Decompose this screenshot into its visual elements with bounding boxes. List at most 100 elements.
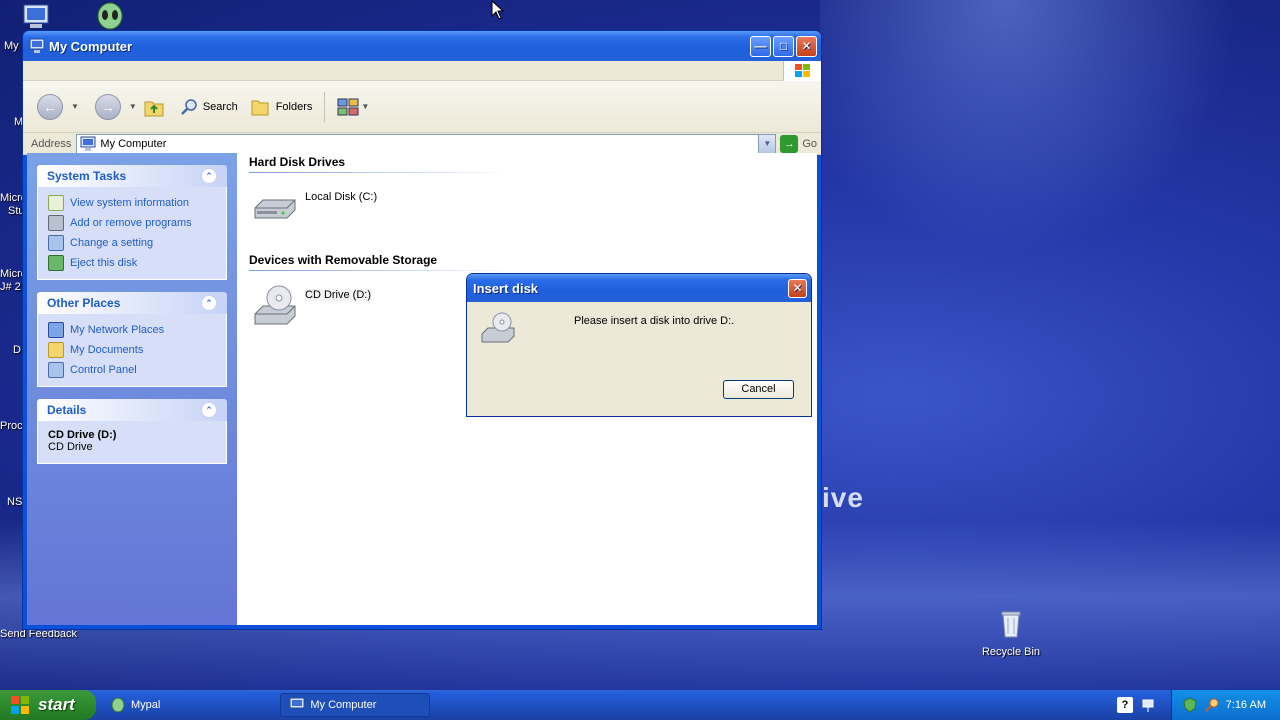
insert-disk-dialog[interactable]: Insert disk ✕ Please insert a disk into …	[466, 273, 812, 417]
system-tasks-header[interactable]: System Tasks ⌃	[37, 165, 227, 187]
task-eject-disk[interactable]: Eject this disk	[48, 253, 216, 273]
details-panel: Details ⌃ CD Drive (D:) CD Drive	[37, 399, 227, 464]
desktop-edge-label[interactable]: D	[13, 344, 21, 356]
programs-icon	[48, 215, 64, 231]
task-pane: System Tasks ⌃ View system information A…	[27, 153, 237, 625]
system-tasks-body: View system information Add or remove pr…	[37, 187, 227, 280]
drive-local-disk-c[interactable]: Local Disk (C:)	[251, 181, 807, 235]
window-title: My Computer	[49, 38, 133, 54]
network-places-icon	[48, 322, 64, 338]
place-label: My Network Places	[70, 324, 165, 336]
help-icon[interactable]: ?	[1117, 697, 1133, 713]
menu-favorites[interactable]: Favorites	[119, 65, 176, 77]
place-network-places[interactable]: My Network Places	[48, 320, 216, 340]
task-label: Add or remove programs	[70, 217, 192, 229]
address-dropdown-icon[interactable]: ▼	[758, 134, 776, 153]
dialog-message: Please insert a disk into drive D:.	[574, 315, 735, 327]
desktop-edge-label[interactable]: My	[4, 40, 19, 52]
search-button[interactable]: Search	[179, 97, 238, 117]
group-removable-storage: Devices with Removable Storage	[249, 253, 509, 271]
menu-help[interactable]: Help	[214, 65, 249, 77]
go-arrow-icon: →	[780, 134, 799, 153]
recycle-bin-icon	[1001, 611, 1021, 638]
search-label: Search	[202, 100, 238, 113]
group-hard-disk-drives: Hard Disk Drives	[249, 155, 509, 173]
minimize-button[interactable]: —	[750, 35, 771, 57]
folders-label: Folders	[275, 100, 313, 113]
collapse-chevron-icon[interactable]: ⌃	[201, 402, 217, 418]
folders-button[interactable]: Folders	[250, 97, 313, 117]
alien-icon	[111, 697, 125, 713]
go-label: Go	[802, 137, 817, 150]
cd-drive-icon	[254, 285, 296, 325]
desktop-edge-label[interactable]: NS	[7, 496, 22, 508]
network-icon[interactable]	[1142, 699, 1154, 713]
other-places-header[interactable]: Other Places ⌃	[37, 292, 227, 314]
toolbar: ← ▼ → ▼ Search Folders ▼	[23, 81, 821, 133]
menu-tools[interactable]: Tools	[177, 65, 215, 77]
taskbar-item-label: Mypal	[131, 699, 161, 711]
views-icon	[337, 98, 359, 115]
menu-bar: File Edit View Favorites Tools Help	[23, 61, 821, 81]
system-tasks-panel: System Tasks ⌃ View system information A…	[37, 165, 227, 280]
maximize-button[interactable]: □	[773, 35, 794, 57]
address-input[interactable]: My Computer ▼	[76, 133, 777, 154]
desktop-edge-label[interactable]: J# 2	[0, 281, 21, 293]
views-dropdown-icon: ▼	[361, 102, 370, 111]
cancel-button[interactable]: Cancel	[723, 380, 794, 399]
hard-disk-icon	[254, 199, 296, 219]
taskbar-item-my-computer[interactable]: My Computer	[280, 693, 431, 717]
task-view-system-info[interactable]: View system information	[48, 193, 216, 213]
back-button[interactable]: ←	[37, 93, 63, 120]
menu-file[interactable]: File	[23, 65, 53, 77]
task-label: Eject this disk	[70, 257, 138, 269]
collapse-chevron-icon[interactable]: ⌃	[201, 168, 217, 184]
dialog-titlebar[interactable]: Insert disk ✕	[467, 274, 811, 302]
eject-icon	[48, 255, 64, 271]
details-body: CD Drive (D:) CD Drive	[37, 421, 227, 464]
details-header[interactable]: Details ⌃	[37, 399, 227, 421]
recycle-bin-label: Recycle Bin	[981, 646, 1041, 658]
dialog-title: Insert disk	[473, 280, 539, 296]
details-item-type: CD Drive	[48, 441, 93, 453]
taskbar: start Mypal My Computer 7:16 AM	[0, 690, 1280, 720]
place-label: Control Panel	[70, 364, 137, 376]
window-titlebar[interactable]: My Computer — □ ✕	[23, 31, 821, 61]
forward-button[interactable]: →	[94, 93, 121, 120]
start-button[interactable]: start	[0, 690, 96, 720]
task-label: View system information	[70, 197, 190, 209]
close-button[interactable]: ✕	[796, 35, 817, 57]
go-button[interactable]: → Go	[780, 134, 817, 153]
taskbar-item-label: My Computer	[310, 699, 377, 711]
desktop-edge-label[interactable]: Proc	[0, 420, 23, 432]
clock[interactable]: 7:16 AM	[1226, 699, 1266, 711]
desktop-recycle-bin[interactable]: Recycle Bin	[978, 608, 1044, 658]
task-add-remove-programs[interactable]: Add or remove programs	[48, 213, 216, 233]
windows-logo-icon	[11, 696, 29, 714]
dialog-close-button[interactable]: ✕	[788, 278, 807, 298]
place-my-documents[interactable]: My Documents	[48, 340, 216, 360]
back-dropdown-icon[interactable]: ▼	[71, 102, 79, 111]
toolbar-separator	[324, 91, 326, 122]
taskbar-item-mypal[interactable]: Mypal	[102, 693, 168, 717]
views-button[interactable]: ▼	[337, 97, 375, 117]
wallpaper-text: ive	[822, 482, 864, 513]
up-folder-icon[interactable]	[143, 96, 165, 118]
place-control-panel[interactable]: Control Panel	[48, 360, 216, 380]
checklist-icon	[48, 195, 64, 211]
security-shield-icon[interactable]	[1182, 697, 1198, 713]
task-change-setting[interactable]: Change a setting	[48, 233, 216, 253]
details-item-name: CD Drive (D:)	[48, 429, 117, 441]
drive-label: Local Disk (C:)	[305, 191, 378, 203]
menu-edit[interactable]: Edit	[53, 65, 84, 77]
details-title: Details	[47, 403, 87, 417]
cd-drive-icon	[481, 312, 515, 343]
control-panel-icon	[48, 362, 64, 378]
folders-icon	[251, 100, 269, 115]
forward-dropdown-icon[interactable]: ▼	[129, 102, 137, 111]
computer-icon	[289, 697, 305, 709]
search-icon[interactable]	[1204, 697, 1220, 713]
menu-view[interactable]: View	[84, 65, 120, 77]
computer-icon	[80, 136, 96, 151]
collapse-chevron-icon[interactable]: ⌃	[201, 295, 217, 311]
